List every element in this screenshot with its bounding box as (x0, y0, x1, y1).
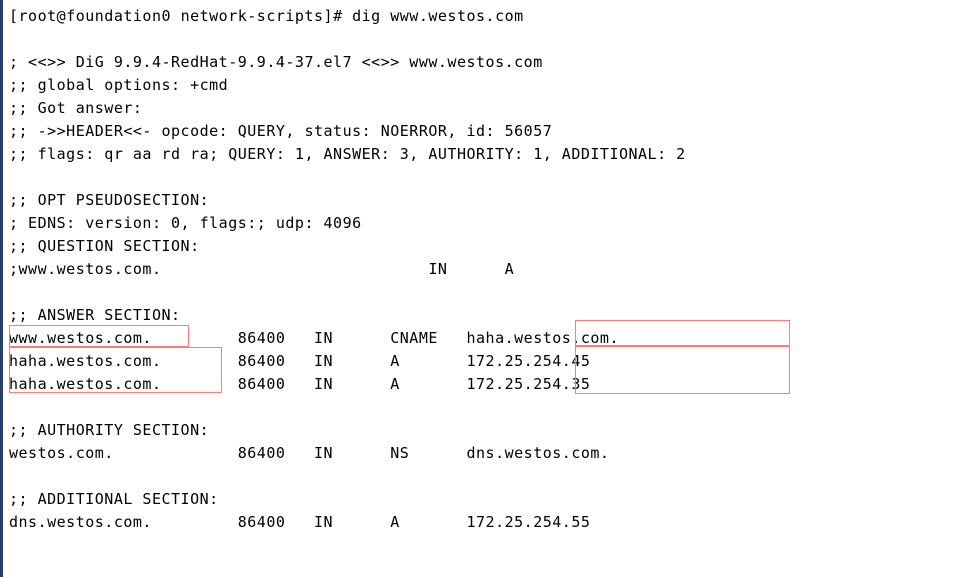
dns-flags: ;; flags: qr aa rd ra; QUERY: 1, ANSWER:… (9, 145, 686, 163)
record-name: westos.com. (9, 444, 114, 462)
record-class: IN (314, 375, 333, 393)
record-name: haha.westos.com. (9, 352, 162, 370)
record-class: IN (314, 513, 333, 531)
record-data: 172.25.254.55 (467, 513, 591, 531)
question-record: ;www.westos.com. IN A (9, 260, 514, 278)
answer-section-header: ;; ANSWER SECTION: (9, 306, 181, 324)
dig-banner: ; <<>> DiG 9.9.4-RedHat-9.9.4-37.el7 <<>… (9, 53, 543, 71)
record-ttl: 86400 (238, 375, 286, 393)
prompt-symbol: # (333, 7, 343, 25)
answer-record-1: haha.westos.com. 86400 IN A 172.25.254.4… (9, 352, 590, 370)
authority-section-header: ;; AUTHORITY SECTION: (9, 421, 209, 439)
record-type: A (390, 375, 400, 393)
prompt-user: root (19, 7, 57, 25)
got-answer: ;; Got answer: (9, 99, 142, 117)
answer-record-2: haha.westos.com. 86400 IN A 172.25.254.3… (9, 375, 590, 393)
record-name: dns.westos.com. (9, 513, 152, 531)
record-ttl: 86400 (238, 444, 286, 462)
dns-header: ;; ->>HEADER<<- opcode: QUERY, status: N… (9, 122, 552, 140)
edns-line: ; EDNS: version: 0, flags:; udp: 4096 (9, 214, 362, 232)
record-ttl: 86400 (238, 329, 286, 347)
prompt-cwd: network-scripts (181, 7, 324, 25)
prompt-host: foundation0 (66, 7, 171, 25)
authority-record-0: westos.com. 86400 IN NS dns.westos.com. (9, 444, 609, 462)
record-data: 172.25.254.35 (467, 375, 591, 393)
opt-section-header: ;; OPT PSEUDOSECTION: (9, 191, 209, 209)
record-name: haha.westos.com. (9, 375, 162, 393)
answer-record-0: www.westos.com. 86400 IN CNAME haha.west… (9, 329, 619, 347)
prompt-line: [root@foundation0 network-scripts]# dig … (9, 7, 524, 25)
record-type: A (390, 513, 400, 531)
command-text: dig www.westos.com (352, 7, 524, 25)
record-class: IN (314, 352, 333, 370)
additional-record-0: dns.westos.com. 86400 IN A 172.25.254.55 (9, 513, 590, 531)
record-ttl: 86400 (238, 513, 286, 531)
record-type: CNAME (390, 329, 438, 347)
record-ttl: 86400 (238, 352, 286, 370)
terminal-output: [root@foundation0 network-scripts]# dig … (9, 5, 953, 534)
question-class: IN (428, 260, 447, 278)
record-type: A (390, 352, 400, 370)
record-data: 172.25.254.45 (467, 352, 591, 370)
record-class: IN (314, 329, 333, 347)
record-class: IN (314, 444, 333, 462)
question-type: A (505, 260, 515, 278)
question-name: ;www.westos.com. (9, 260, 162, 278)
record-data: haha.westos.com. (467, 329, 620, 347)
question-section-header: ;; QUESTION SECTION: (9, 237, 200, 255)
additional-section-header: ;; ADDITIONAL SECTION: (9, 490, 219, 508)
record-name: www.westos.com. (9, 329, 152, 347)
record-data: dns.westos.com. (467, 444, 610, 462)
record-type: NS (390, 444, 409, 462)
global-options: ;; global options: +cmd (9, 76, 228, 94)
